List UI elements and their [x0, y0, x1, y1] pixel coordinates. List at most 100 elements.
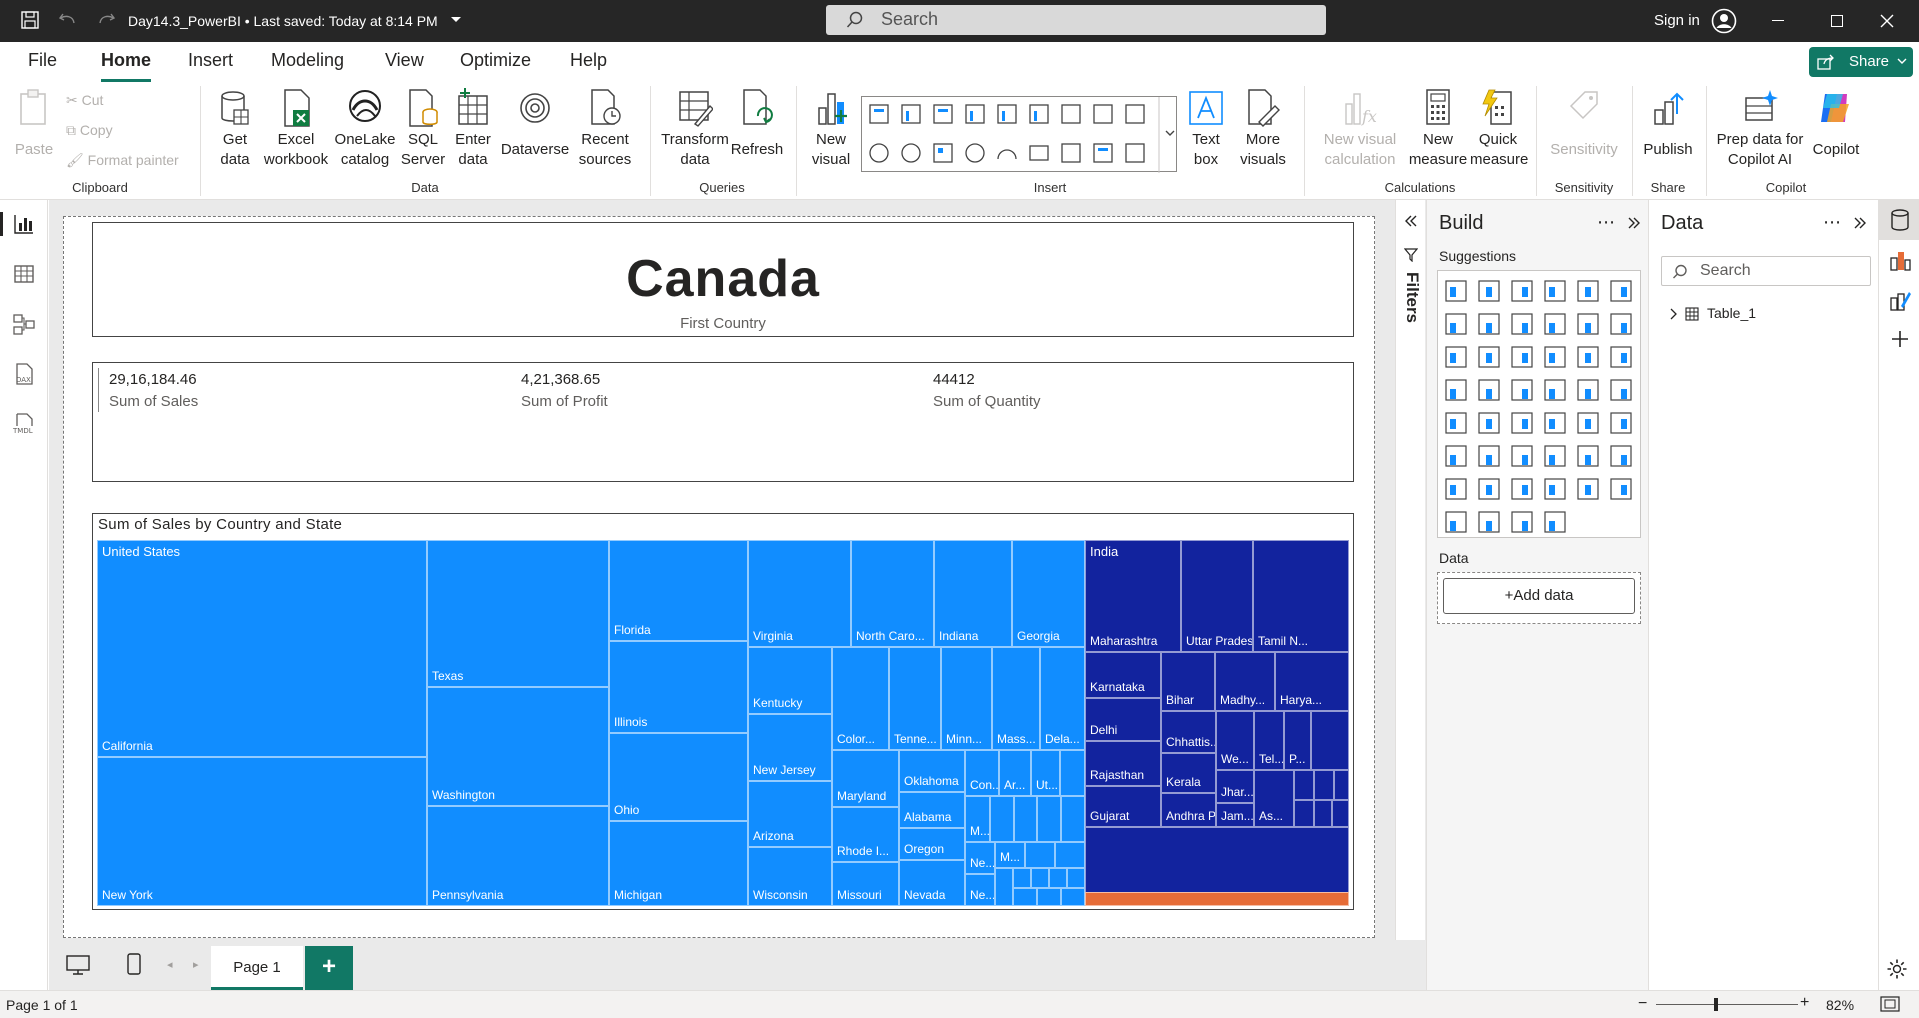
- visual-type-icon[interactable]: [1610, 280, 1632, 302]
- treemap-node-small[interactable]: [1332, 800, 1349, 827]
- treemap-node-indiana[interactable]: Indiana: [934, 540, 1012, 647]
- treemap-node-nevada[interactable]: Nevada: [899, 860, 965, 906]
- undo-icon[interactable]: [58, 10, 78, 30]
- treemap-node-california[interactable]: United States California: [97, 540, 427, 757]
- quick-measure-button[interactable]: Quick measure: [1470, 88, 1528, 170]
- treemap-node-small[interactable]: [1334, 770, 1349, 800]
- visual-type-icon[interactable]: [1610, 412, 1632, 434]
- report-view-icon[interactable]: [12, 212, 36, 236]
- add-data-button[interactable]: +Add data: [1443, 578, 1635, 614]
- visual-type-icon[interactable]: [1544, 280, 1566, 302]
- treemap-node-connecticut[interactable]: Con...: [965, 750, 999, 796]
- treemap-node-small[interactable]: [1013, 888, 1037, 906]
- visual-type-icon[interactable]: [1544, 313, 1566, 335]
- visual-type-icon[interactable]: [1511, 346, 1533, 368]
- treemap-node-small[interactable]: [995, 868, 1013, 906]
- visual-gallery[interactable]: [861, 96, 1177, 173]
- treemap-node-haryana[interactable]: Harya...: [1275, 652, 1349, 711]
- treemap-node-small[interactable]: [1314, 800, 1332, 827]
- treemap-node-small[interactable]: [1037, 888, 1061, 906]
- redo-icon[interactable]: [96, 10, 116, 30]
- mobile-layout-icon[interactable]: [126, 952, 142, 976]
- treemap-node-punjab[interactable]: P...: [1284, 711, 1311, 770]
- previous-page-icon[interactable]: ◂: [167, 958, 173, 971]
- treemap-node-small[interactable]: [1067, 868, 1085, 888]
- treemap-node-north-carolina[interactable]: North Caro...: [851, 540, 934, 647]
- treemap-node-michigan[interactable]: Michigan: [609, 821, 748, 906]
- data-search-input[interactable]: Search: [1661, 256, 1871, 286]
- visual-type-icon[interactable]: [1610, 313, 1632, 335]
- visual-type-icon[interactable]: [1544, 379, 1566, 401]
- treemap-node-ohio[interactable]: Ohio: [609, 733, 748, 821]
- treemap-node-west-bengal[interactable]: We...: [1216, 711, 1254, 770]
- visual-type-icon[interactable]: [1544, 511, 1566, 533]
- tab-modeling[interactable]: Modeling: [271, 50, 344, 71]
- visual-type-icon[interactable]: [1511, 478, 1533, 500]
- treemap-node-colorado[interactable]: Color...: [832, 647, 889, 750]
- visual-type-icon[interactable]: [1511, 511, 1533, 533]
- close-icon[interactable]: [1880, 14, 1894, 28]
- desktop-layout-icon[interactable]: [65, 954, 91, 976]
- visual-type-icon[interactable]: [1445, 379, 1467, 401]
- treemap-node-oregon[interactable]: Oregon: [899, 828, 965, 860]
- visual-type-icon[interactable]: [1478, 280, 1500, 302]
- format-painter-button[interactable]: 🖌 Format painter: [66, 152, 179, 169]
- visual-type-icon[interactable]: [1511, 379, 1533, 401]
- treemap-node-small[interactable]: [1031, 868, 1049, 888]
- next-page-icon[interactable]: ▸: [193, 958, 199, 971]
- visual-type-icon[interactable]: [1511, 445, 1533, 467]
- treemap-node-pennsylvania[interactable]: Pennsylvania: [427, 806, 609, 906]
- multi-row-card[interactable]: 29,16,184.46 Sum of Sales 4,21,368.65 Su…: [92, 362, 1354, 482]
- treemap-node-texas[interactable]: Texas: [427, 540, 609, 687]
- account-icon[interactable]: [1711, 8, 1737, 34]
- treemap-node-minnesota[interactable]: Minn...: [941, 647, 992, 750]
- tab-view[interactable]: View: [385, 50, 424, 71]
- share-button[interactable]: Share: [1809, 47, 1913, 77]
- visual-type-icon[interactable]: [1577, 346, 1599, 368]
- fit-to-page-icon[interactable]: [1880, 996, 1900, 1012]
- visual-type-icon[interactable]: [1577, 445, 1599, 467]
- treemap-node-small[interactable]: [1060, 750, 1085, 796]
- visual-type-icons[interactable]: [1438, 271, 1642, 539]
- treemap-node-delhi[interactable]: Delhi: [1085, 698, 1161, 741]
- treemap-node-m1[interactable]: M...: [965, 796, 990, 842]
- treemap-node-georgia[interactable]: Georgia: [1012, 540, 1085, 647]
- zoom-slider-track[interactable]: [1656, 1004, 1798, 1005]
- treemap-node-small[interactable]: [1314, 770, 1334, 800]
- treemap-node-illinois[interactable]: Illinois: [609, 641, 748, 733]
- settings-gear-icon[interactable]: [1886, 958, 1908, 980]
- treemap-node-small[interactable]: [1055, 842, 1085, 868]
- treemap-node-kentucky[interactable]: Kentucky: [748, 647, 832, 714]
- treemap-node-wisconsin[interactable]: Wisconsin: [748, 847, 832, 906]
- visual-type-icon[interactable]: [1511, 412, 1533, 434]
- maximize-icon[interactable]: [1831, 15, 1843, 27]
- add-pane-icon[interactable]: [1891, 330, 1909, 348]
- treemap-node-small[interactable]: [1311, 711, 1349, 770]
- treemap-node-small[interactable]: [1025, 842, 1055, 868]
- visual-type-icon[interactable]: [1478, 445, 1500, 467]
- copy-button[interactable]: ⧉ Copy: [66, 122, 113, 139]
- transform-data-button[interactable]: Transform data: [660, 88, 730, 170]
- visual-type-icon[interactable]: [1577, 379, 1599, 401]
- treemap-node-oklahoma[interactable]: Oklahoma: [899, 750, 965, 792]
- paste-button[interactable]: Paste: [12, 88, 56, 160]
- treemap-node-maharashtra[interactable]: India Maharashtra: [1085, 540, 1181, 652]
- tab-home[interactable]: Home: [101, 50, 151, 71]
- treemap-node-bihar[interactable]: Bihar: [1161, 652, 1215, 711]
- model-view-icon[interactable]: [12, 312, 36, 336]
- copilot-button[interactable]: Copilot: [1806, 88, 1866, 160]
- treemap-node-small[interactable]: [1061, 888, 1085, 906]
- more-visuals-button[interactable]: More visuals: [1234, 88, 1292, 170]
- treemap-node-uttar-pradesh[interactable]: Uttar Pradesh: [1181, 540, 1253, 652]
- visual-type-icon[interactable]: [1445, 478, 1467, 500]
- more-options-icon[interactable]: ⋯: [1823, 212, 1841, 233]
- visual-type-icon[interactable]: [1577, 313, 1599, 335]
- visual-type-icon[interactable]: [1478, 313, 1500, 335]
- chevron-right-icon[interactable]: [1669, 308, 1679, 320]
- tmdl-view-icon[interactable]: TMDL: [12, 412, 36, 436]
- text-box-button[interactable]: Text box: [1186, 88, 1226, 170]
- treemap-node-small[interactable]: [1294, 800, 1314, 827]
- visual-type-icon[interactable]: [1610, 478, 1632, 500]
- treemap-node-florida[interactable]: Florida: [609, 540, 748, 641]
- treemap-node-rajasthan[interactable]: Rajasthan: [1085, 741, 1161, 786]
